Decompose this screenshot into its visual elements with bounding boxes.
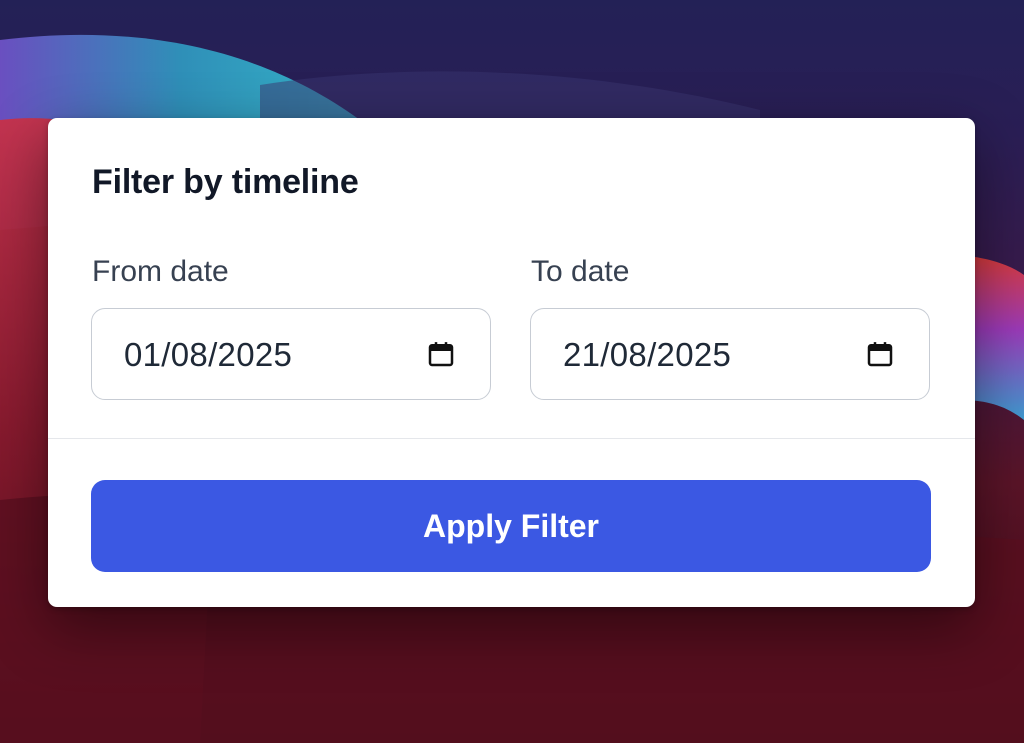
apply-filter-button[interactable]: Apply Filter (91, 480, 931, 572)
to-date-field: To date 21/08/2025 (530, 254, 930, 400)
from-date-field: From date 01/08/2025 (91, 254, 491, 400)
to-date-label: To date (531, 255, 630, 288)
from-date-value: 01/08/2025 (124, 336, 293, 373)
dialog-divider (48, 438, 975, 439)
from-date-input[interactable]: 01/08/2025 (91, 308, 491, 400)
dialog-title: Filter by timeline (92, 163, 359, 201)
to-date-input[interactable]: 21/08/2025 (530, 308, 930, 400)
calendar-icon[interactable] (865, 339, 895, 369)
from-date-label: From date (92, 255, 229, 288)
calendar-icon[interactable] (426, 339, 456, 369)
to-date-value: 21/08/2025 (563, 336, 732, 373)
filter-dialog: Filter by timeline From date 01/08/2025 … (48, 118, 975, 607)
